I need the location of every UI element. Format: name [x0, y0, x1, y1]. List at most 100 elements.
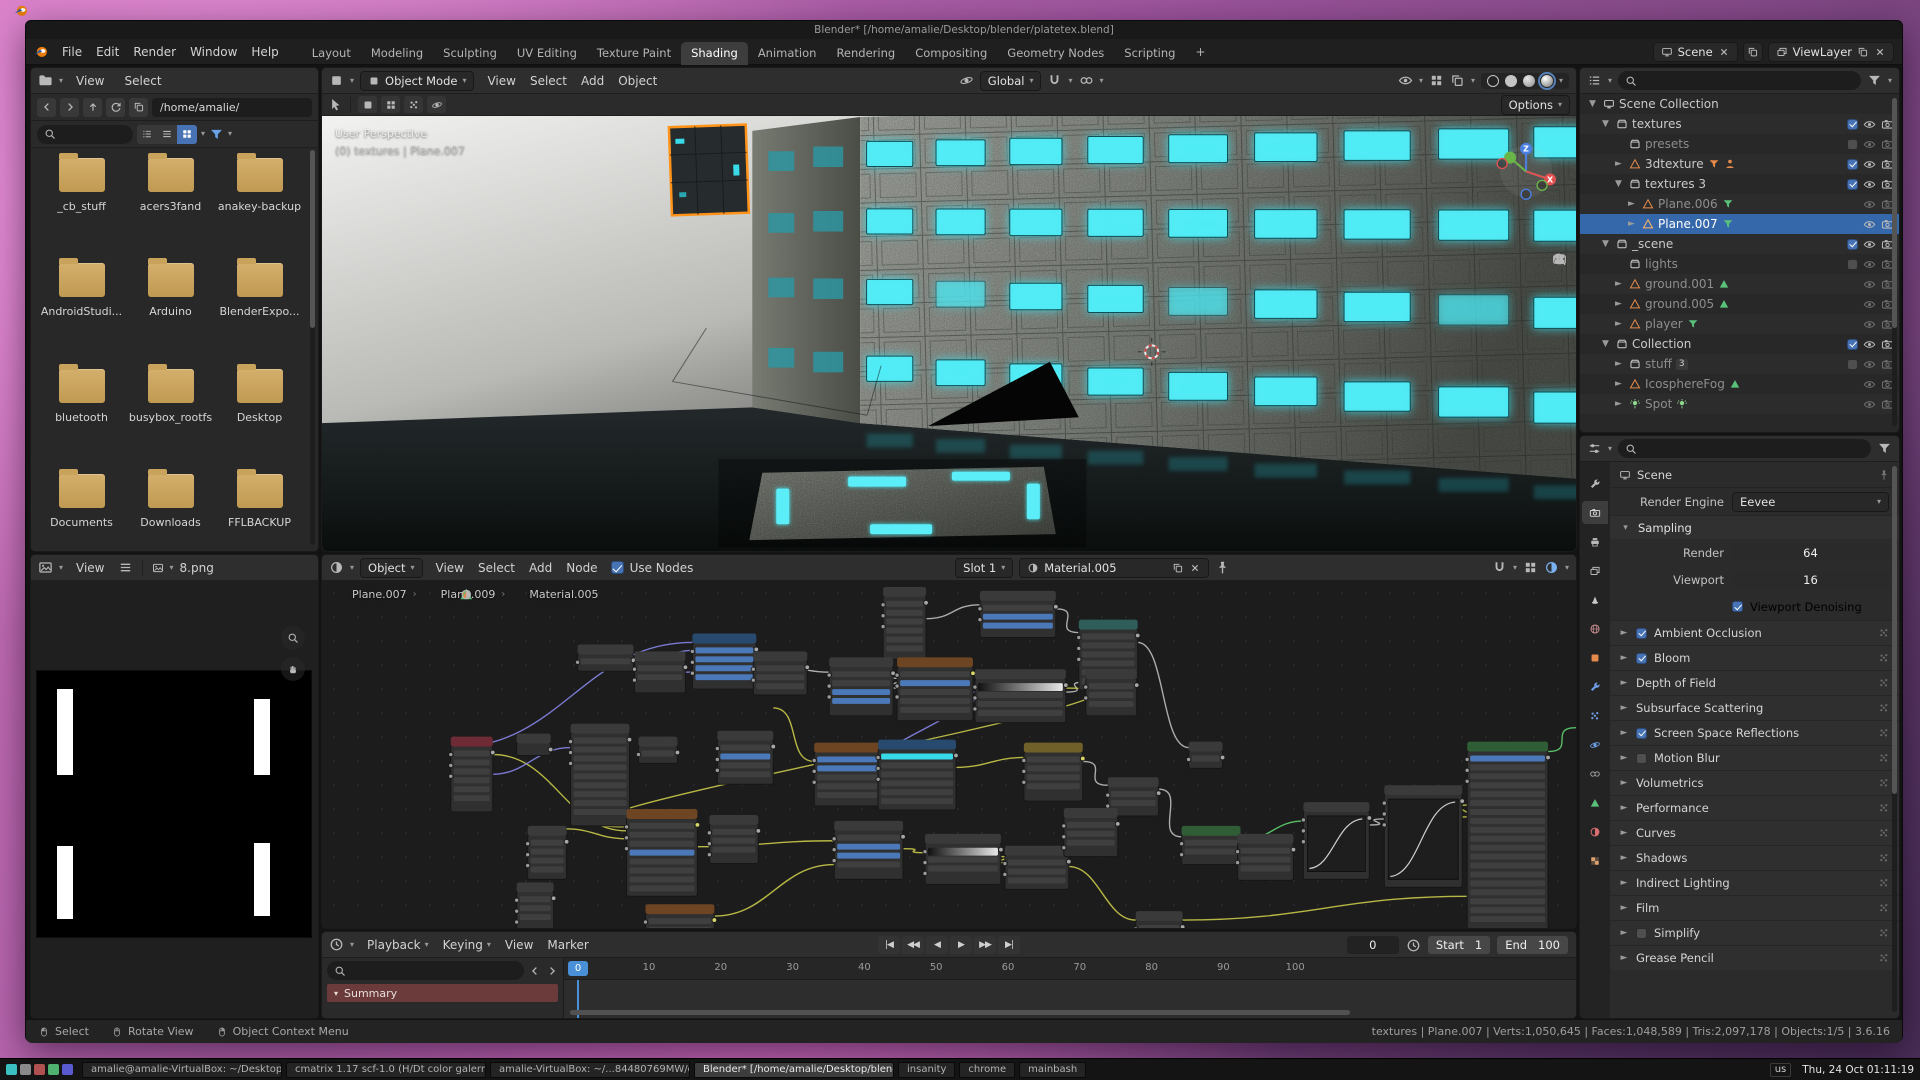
expand-icon[interactable]: ►: [1612, 379, 1625, 389]
task-button[interactable]: chrome: [959, 1062, 1015, 1078]
render-samples-field[interactable]: 64: [1732, 544, 1889, 562]
play-reverse-button[interactable]: ◀: [926, 936, 948, 954]
expand-icon[interactable]: ►: [1619, 878, 1629, 888]
collapse-icon[interactable]: [529, 965, 541, 977]
slot-selector[interactable]: Slot 1▾: [955, 558, 1013, 578]
display-list-vertical[interactable]: [137, 125, 157, 144]
properties-tab-printer[interactable]: [1582, 530, 1608, 553]
drag-handle-icon[interactable]: [1878, 852, 1890, 864]
include-checkbox[interactable]: [1847, 179, 1858, 190]
outliner-row-3dtexture[interactable]: ►3dtexture: [1580, 154, 1899, 174]
section-screen-space-reflections[interactable]: ►Screen Space Reflections: [1610, 720, 1899, 745]
section-ambient-occlusion[interactable]: ►Ambient Occlusion: [1610, 620, 1899, 645]
auto-keying-icon[interactable]: [1406, 938, 1421, 953]
include-checkbox[interactable]: [1847, 159, 1858, 170]
hide-viewport-icon[interactable]: [1863, 218, 1876, 231]
zoom-gizmo[interactable]: [281, 626, 305, 650]
outliner-row--scene[interactable]: ▼_scene: [1580, 234, 1899, 254]
workspace-tab-rendering[interactable]: Rendering: [826, 42, 905, 65]
outliner-row-icospherefog[interactable]: ►IcosphereFog: [1580, 374, 1899, 394]
properties-tab-cam[interactable]: [1582, 501, 1608, 524]
hide-viewport-icon[interactable]: [1863, 278, 1876, 291]
mode-selector[interactable]: Object Mode▾: [360, 71, 474, 91]
drag-handle-icon[interactable]: [1878, 677, 1890, 689]
properties-tab-checker[interactable]: [1582, 849, 1608, 872]
outliner-scrollbar[interactable]: [1892, 98, 1897, 426]
hide-viewport-icon[interactable]: [1863, 118, 1876, 131]
hide-viewport-icon[interactable]: [1863, 338, 1876, 351]
expand-icon[interactable]: ►: [1619, 853, 1629, 863]
visibility-toggle-icon[interactable]: [1398, 73, 1413, 88]
include-checkbox[interactable]: [1847, 339, 1858, 350]
folder-item[interactable]: busybox_rootfs: [126, 369, 215, 446]
editor-type-icon[interactable]: [329, 560, 344, 575]
workspace-tab-scripting[interactable]: Scripting: [1114, 42, 1185, 65]
jump-to-start-button[interactable]: |◀: [878, 936, 900, 954]
active-tool-icon[interactable]: [328, 97, 343, 112]
start-frame-field[interactable]: Start 1: [1428, 936, 1490, 954]
parent-button[interactable]: [83, 98, 102, 117]
shading-material[interactable]: [1523, 75, 1535, 87]
use-nodes-checkbox[interactable]: [611, 561, 624, 574]
include-checkbox[interactable]: [1847, 259, 1858, 270]
expand-icon[interactable]: ►: [1619, 753, 1629, 763]
prev-keyframe-button[interactable]: ◀◀: [902, 936, 924, 954]
drag-handle-icon[interactable]: [1878, 777, 1890, 789]
collapse-icon[interactable]: ▼: [1599, 119, 1612, 129]
section-checkbox[interactable]: [1636, 628, 1647, 639]
task-button[interactable]: insanity: [898, 1062, 955, 1078]
outliner-row-plane-006[interactable]: ►Plane.006: [1580, 194, 1899, 214]
copy-viewlayer-icon[interactable]: [1857, 46, 1869, 58]
filter-icon[interactable]: [1877, 441, 1892, 456]
outliner-row-presets[interactable]: presets: [1580, 134, 1899, 154]
folder-item[interactable]: Arduino: [126, 263, 215, 340]
menu-render[interactable]: Render: [126, 43, 183, 61]
section-performance[interactable]: ►Performance: [1610, 795, 1899, 820]
shading-rendered[interactable]: [1541, 75, 1553, 87]
timeline-ruler[interactable]: 0 102030405060708090100: [564, 958, 1576, 980]
include-checkbox[interactable]: [1847, 139, 1858, 150]
hide-viewport-icon[interactable]: [1863, 158, 1876, 171]
menu-keying[interactable]: Keying▾: [436, 936, 498, 954]
expand-icon[interactable]: ►: [1619, 678, 1629, 688]
image-name[interactable]: 8.png: [180, 561, 214, 575]
next-keyframe-button[interactable]: ▶▶: [974, 936, 996, 954]
properties-tab-wrench[interactable]: [1582, 675, 1608, 698]
task-button[interactable]: mainbash: [1019, 1062, 1086, 1078]
menu-node[interactable]: Node: [559, 559, 604, 577]
outliner-search-input[interactable]: [1618, 71, 1861, 90]
path-field[interactable]: /home/amalie/: [152, 98, 312, 117]
collapse-icon[interactable]: ▼: [1599, 239, 1612, 249]
properties-tab-layers[interactable]: [1582, 559, 1608, 582]
hide-viewport-icon[interactable]: [1863, 298, 1876, 311]
filter-icon[interactable]: [1867, 73, 1882, 88]
workspace-tab-compositing[interactable]: Compositing: [905, 42, 997, 65]
section-checkbox[interactable]: [1636, 653, 1647, 664]
expand-icon[interactable]: ►: [1612, 399, 1625, 409]
expand-icon[interactable]: ►: [1612, 359, 1625, 369]
expand-icon[interactable]: ►: [1625, 219, 1638, 229]
outliner-row-textures[interactable]: ▼textures: [1580, 114, 1899, 134]
playhead-frame-badge[interactable]: 0: [568, 961, 588, 976]
create-dir-button[interactable]: [129, 98, 148, 117]
section-simplify[interactable]: ►Simplify: [1610, 920, 1899, 945]
sampling-section-header[interactable]: ▾Sampling: [1610, 515, 1899, 539]
hide-viewport-icon[interactable]: [1863, 178, 1876, 191]
collapse-icon[interactable]: ▼: [1612, 179, 1625, 189]
drag-handle-icon[interactable]: [1878, 702, 1890, 714]
image-canvas[interactable]: [31, 581, 318, 1018]
drag-handle-icon[interactable]: [1878, 627, 1890, 639]
filter-icon[interactable]: [209, 127, 224, 142]
section-grease-pencil[interactable]: ►Grease Pencil: [1610, 945, 1899, 970]
hide-viewport-icon[interactable]: [1863, 378, 1876, 391]
menu-icon[interactable]: [118, 560, 133, 575]
select-mode-2[interactable]: [381, 96, 400, 113]
workspace-tab-layout[interactable]: Layout: [302, 42, 361, 65]
properties-search-input[interactable]: [1618, 439, 1871, 458]
section-checkbox[interactable]: [1636, 928, 1647, 939]
shading-wireframe[interactable]: [1487, 75, 1499, 87]
viewport-canvas[interactable]: Z X User Perspective (0) textures | Plan…: [322, 116, 1576, 551]
section-curves[interactable]: ►Curves: [1610, 820, 1899, 845]
pan-gizmo[interactable]: [281, 657, 305, 681]
select-mode-4[interactable]: [427, 96, 446, 113]
